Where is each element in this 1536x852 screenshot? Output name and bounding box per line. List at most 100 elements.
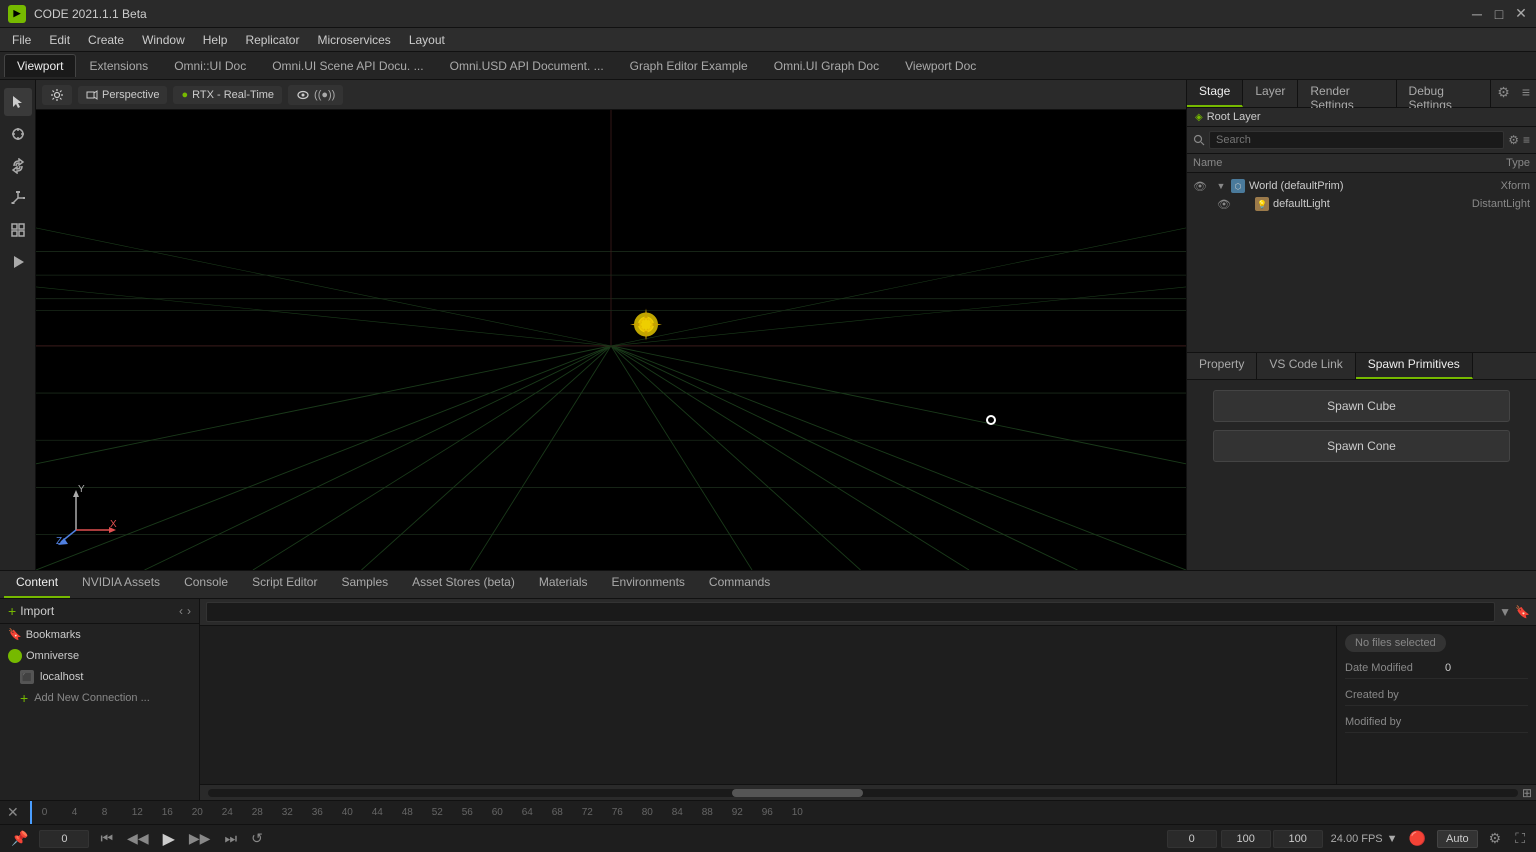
file-grid	[200, 626, 1336, 784]
filter-icon[interactable]: ▼	[1499, 605, 1511, 619]
tab-omni-usd[interactable]: Omni.USD API Document. ...	[437, 54, 617, 77]
rtx-btn[interactable]: ● RTX - Real-Time	[173, 86, 282, 104]
filter-icon[interactable]: ⚙	[1491, 80, 1516, 107]
add-connection[interactable]: + Add New Connection ...	[0, 687, 199, 709]
step-back-icon[interactable]: ◀◀	[124, 830, 152, 847]
eye-world-icon[interactable]: 👁	[1193, 180, 1207, 193]
right-bottom-tabs: Property VS Code Link Spawn Primitives	[1187, 352, 1536, 380]
tab-debug-settings[interactable]: Debug Settings	[1397, 80, 1492, 107]
menu-microservices[interactable]: Microservices	[309, 31, 398, 49]
expand-world-icon[interactable]: ▼	[1215, 180, 1227, 192]
menu-layout[interactable]: Layout	[401, 31, 453, 49]
fps-value: 24.00 FPS	[1331, 833, 1383, 845]
close-button[interactable]: ✕	[1514, 7, 1528, 21]
minimize-button[interactable]: ─	[1470, 7, 1484, 21]
spawn-cube-button[interactable]: Spawn Cube	[1213, 390, 1509, 422]
perspective-btn[interactable]: Perspective	[78, 86, 167, 104]
tab-samples[interactable]: Samples	[329, 571, 400, 598]
filter-stage-icon[interactable]: ⚙	[1508, 133, 1519, 147]
timeline-close-icon[interactable]: ✕	[4, 804, 22, 821]
menu-create[interactable]: Create	[80, 31, 132, 49]
tab-environments[interactable]: Environments	[600, 571, 697, 598]
skip-back-icon[interactable]: ⏮	[97, 830, 116, 847]
tab-console[interactable]: Console	[172, 571, 240, 598]
current-frame-input[interactable]	[1167, 830, 1217, 848]
omniverse-label: Omniverse	[26, 650, 79, 662]
snap-tool[interactable]	[4, 216, 32, 244]
import-add-icon[interactable]: +	[8, 603, 16, 619]
grid-view-icon[interactable]: ⊞	[1522, 786, 1532, 800]
tab-vscode-link[interactable]: VS Code Link	[1257, 353, 1355, 379]
tick-36: 36	[312, 807, 323, 818]
transform-tool[interactable]	[4, 120, 32, 148]
tab-omni-scene[interactable]: Omni.UI Scene API Docu. ...	[259, 54, 436, 77]
scale-tool[interactable]	[4, 184, 32, 212]
tab-layer[interactable]: Layer	[1243, 80, 1298, 107]
nav-forward-icon[interactable]: ›	[187, 604, 191, 618]
bookmark-path-icon[interactable]: 🔖	[1515, 605, 1530, 619]
end-frame-start-input[interactable]	[1221, 830, 1271, 848]
end-frame-input[interactable]	[1273, 830, 1323, 848]
eye-light-icon[interactable]: 👁	[1217, 198, 1231, 211]
tab-graph-editor[interactable]: Graph Editor Example	[617, 54, 761, 77]
spawn-cone-button[interactable]: Spawn Cone	[1213, 430, 1509, 462]
tab-viewport-doc[interactable]: Viewport Doc	[892, 54, 989, 77]
timeline-pin-icon[interactable]: 📌	[8, 830, 31, 847]
bottom-sidebar: + Import ‹ › 🔖 Bookmarks Omniverse ⬛ loc…	[0, 599, 200, 800]
skip-forward-icon[interactable]: ⏭	[221, 830, 240, 847]
path-input[interactable]	[206, 602, 1495, 622]
sidebar-localhost[interactable]: ⬛ localhost	[0, 667, 199, 687]
sort-icon[interactable]: ≡	[1516, 80, 1536, 107]
bookmarks-section[interactable]: 🔖 Bookmarks	[0, 624, 199, 645]
auto-mode-button[interactable]: Auto	[1437, 830, 1478, 848]
created-by-value	[1445, 689, 1528, 701]
tab-asset-stores[interactable]: Asset Stores (beta)	[400, 571, 527, 598]
start-frame-input[interactable]	[39, 830, 89, 848]
bottom-content: + Import ‹ › 🔖 Bookmarks Omniverse ⬛ loc…	[0, 599, 1536, 800]
horizontal-scrollbar[interactable]	[208, 789, 1518, 797]
menu-help[interactable]: Help	[195, 31, 236, 49]
record-icon[interactable]: 🔴	[1406, 830, 1429, 847]
play-tool[interactable]	[4, 248, 32, 276]
timeline-settings-icon[interactable]: ⚙	[1486, 830, 1505, 847]
settings-stage-icon[interactable]: ≡	[1523, 133, 1530, 147]
menu-file[interactable]: File	[4, 31, 39, 49]
rtx-label: RTX - Real-Time	[192, 89, 274, 101]
tab-spawn-primitives[interactable]: Spawn Primitives	[1356, 353, 1473, 379]
tab-materials[interactable]: Materials	[527, 571, 600, 598]
tab-render-settings[interactable]: Render Settings	[1298, 80, 1396, 107]
tab-script-editor[interactable]: Script Editor	[240, 571, 329, 598]
menu-edit[interactable]: Edit	[41, 31, 78, 49]
tab-property[interactable]: Property	[1187, 353, 1257, 379]
tick-20: 20	[192, 807, 203, 818]
tab-commands[interactable]: Commands	[697, 571, 782, 598]
maximize-button[interactable]: □	[1492, 7, 1506, 21]
fps-dropdown-icon[interactable]: ▼	[1387, 833, 1398, 845]
viewport-canvas[interactable]: .gl { stroke: #1a2a1a; stroke-width: 0.7…	[36, 110, 1186, 570]
menu-window[interactable]: Window	[134, 31, 193, 49]
tree-item-defaultlight[interactable]: 👁 💡 defaultLight DistantLight	[1187, 195, 1536, 213]
tab-stage[interactable]: Stage	[1187, 80, 1243, 107]
rotate-tool[interactable]	[4, 152, 32, 180]
nav-back-icon[interactable]: ‹	[179, 604, 183, 618]
tab-viewport[interactable]: Viewport	[4, 54, 76, 77]
viewport-options-btn[interactable]: ((●))	[288, 85, 343, 105]
tab-nvidia-assets[interactable]: NVIDIA Assets	[70, 571, 172, 598]
omniverse-section[interactable]: Omniverse	[0, 645, 199, 667]
select-tool[interactable]	[4, 88, 32, 116]
tab-extensions[interactable]: Extensions	[76, 54, 161, 77]
stage-search-input[interactable]	[1209, 131, 1504, 149]
step-forward-icon[interactable]: ▶▶	[186, 830, 214, 847]
menu-bar: File Edit Create Window Help Replicator …	[0, 28, 1536, 52]
tree-item-world[interactable]: 👁 ▼ ⬡ World (defaultPrim) Xform	[1187, 177, 1536, 195]
tab-content[interactable]: Content	[4, 571, 70, 598]
scroll-thumb[interactable]	[732, 789, 863, 797]
loop-icon[interactable]: ↺	[248, 830, 266, 847]
fullscreen-icon[interactable]: ⛶	[1512, 830, 1528, 847]
tab-omni-graph-doc[interactable]: Omni.UI Graph Doc	[761, 54, 892, 77]
tab-omni-ui-doc[interactable]: Omni::UI Doc	[161, 54, 259, 77]
menu-replicator[interactable]: Replicator	[237, 31, 307, 49]
play-icon[interactable]: ▶	[160, 829, 178, 849]
spawn-panel: Spawn Cube Spawn Cone	[1187, 380, 1536, 571]
settings-btn[interactable]	[42, 85, 72, 105]
